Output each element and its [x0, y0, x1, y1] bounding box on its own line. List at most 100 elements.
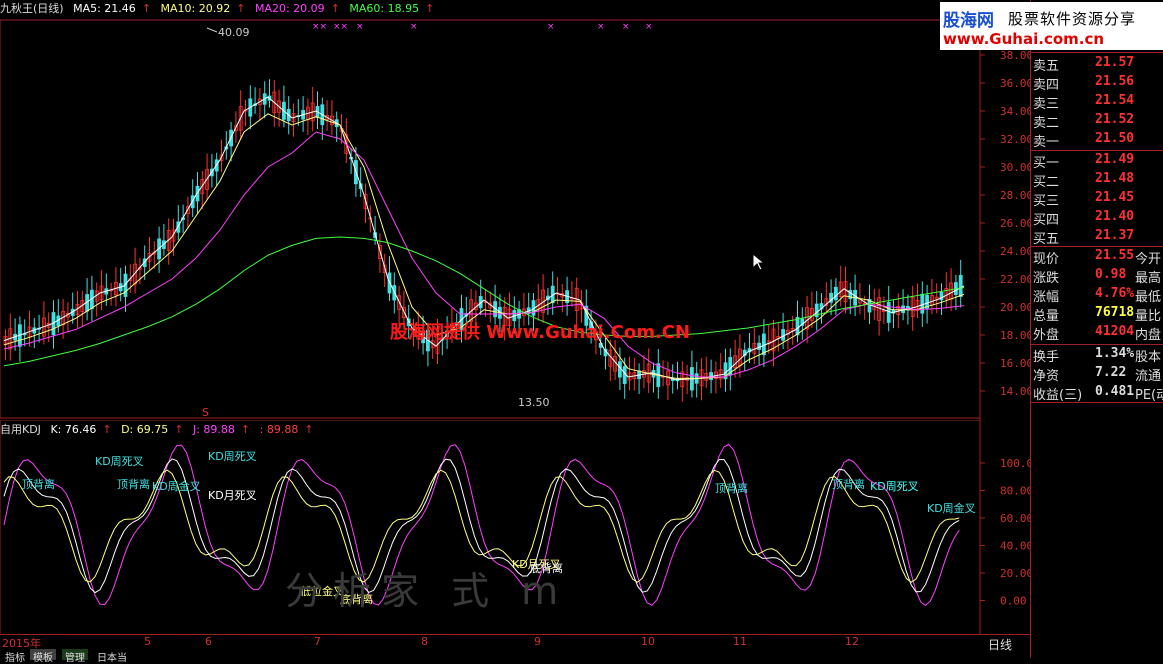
quote-row: 收益(三) 0.481 PE(动 [1033, 384, 1163, 403]
tab-japan[interactable]: 日本当 [94, 649, 130, 664]
panel-border [1030, 0, 1031, 658]
row-value: 41204 [1095, 324, 1135, 339]
panel-divider [1031, 246, 1163, 247]
high-pointer [206, 27, 218, 33]
row-extra: 股本 [1135, 350, 1162, 365]
kdj-tick-label: 80.00 [1000, 485, 1031, 498]
row-label: 收益(三) [1033, 388, 1083, 403]
month-label: 8 [421, 635, 428, 648]
price-tick-label: 34.00 [1000, 105, 1031, 118]
row-extra: 量比 [1135, 309, 1162, 324]
row-extra: 最高 [1135, 271, 1162, 286]
row-extra: 内盘 [1135, 328, 1162, 343]
kdj-tick-label: 0.00 [1000, 595, 1027, 608]
price-tick-label: 20.00 [1000, 301, 1031, 314]
row-label: 卖五 [1033, 59, 1060, 74]
row-label: 买二 [1033, 175, 1060, 190]
row-value: 21.52 [1095, 112, 1135, 127]
quote-row: 净资 7.22 流通 [1033, 365, 1163, 384]
price-tick-label: 16.00 [1000, 357, 1031, 370]
row-label: 净资 [1033, 369, 1060, 384]
cross-marker: ×× [333, 22, 348, 32]
row-value: 76718 [1095, 305, 1135, 320]
candlesticks [3, 79, 963, 402]
kdj-signal-note: KD月死叉 [208, 489, 257, 502]
cross-marker: × [622, 22, 630, 32]
cross-marker: × [645, 22, 653, 32]
kdj-signal-note: KD周金叉 [927, 501, 976, 515]
price-tick-label: 28.00 [1000, 189, 1031, 202]
kdj-signal-note: KD周死叉 [870, 480, 919, 493]
row-value: 1.34% [1095, 346, 1135, 361]
row-extra: PE(动 [1135, 388, 1163, 403]
kdj-tick-label: 20.00 [1000, 567, 1031, 580]
row-label: 涨幅 [1033, 290, 1060, 305]
month-label: 11 [733, 635, 747, 648]
tab-manage[interactable]: 管理 [62, 649, 88, 664]
row-extra: 今开 [1135, 252, 1162, 267]
row-label: 卖一 [1033, 135, 1060, 150]
price-axis-labels: 38.00 36.00 34.00 32.00 30.00 28.00 26.00 24.00… [980, 49, 1031, 398]
row-value: 21.48 [1095, 171, 1135, 186]
bottom-tab-bar: 指标 模板 管理 日本当 [0, 649, 1031, 664]
month-label: 10 [641, 635, 655, 648]
row-value: 4.76% [1095, 286, 1135, 301]
price-tick-label: 30.00 [1000, 161, 1031, 174]
tab-template[interactable]: 模板 [30, 649, 56, 664]
price-tick-label: 14.00 [1000, 385, 1031, 398]
quote-row: 卖五 21.57 [1033, 55, 1163, 74]
panel-divider [1031, 344, 1163, 345]
row-label: 买一 [1033, 156, 1060, 171]
price-tick-label: 22.00 [1000, 273, 1031, 286]
kdj-signal-note: 顶背离 [117, 477, 150, 491]
row-label: 现价 [1033, 252, 1060, 267]
candle-body [834, 286, 838, 301]
month-label: 6 [205, 635, 212, 648]
quote-row: 卖四 21.56 [1033, 74, 1163, 93]
quote-row: 涨幅 4.76% 最低 [1033, 286, 1163, 305]
row-value: 21.57 [1095, 55, 1135, 70]
watermark-text: 股海网提供 Www.Guhai.Com.CN [390, 322, 691, 343]
price-tick-label: 26.00 [1000, 217, 1031, 230]
price-tick-label: 38.00 [1000, 49, 1031, 62]
quote-row: 外盘 41204 内盘 [1033, 324, 1163, 343]
candle-body [781, 329, 785, 341]
kdj-tick-label: 100.0 [1000, 457, 1031, 470]
candle-body [886, 302, 891, 323]
cross-marker: ×× [312, 22, 327, 32]
row-label: 买四 [1033, 213, 1060, 228]
cross-marker: × [410, 22, 418, 32]
panel-divider [1031, 150, 1163, 151]
row-label: 卖三 [1033, 97, 1060, 112]
quote-panel: 卖五 21.57 卖四 21.56 卖三 21.54 卖二 21.52 卖一 21.50 买一 21… [1031, 0, 1163, 658]
row-value: 0.98 [1095, 267, 1127, 282]
panel-divider [1031, 52, 1163, 53]
price-chart-frame [0, 19, 981, 419]
candle-body [958, 275, 963, 297]
price-tick-label: 18.00 [1000, 329, 1031, 342]
row-value: 21.50 [1095, 131, 1135, 146]
watermark-faded: 分析家 式 m [285, 569, 569, 613]
row-label: 外盘 [1033, 328, 1060, 343]
row-label: 换手 [1033, 350, 1060, 365]
row-value: 21.54 [1095, 93, 1135, 108]
s-marker: S [202, 406, 209, 419]
quote-row: 买二 21.48 [1033, 171, 1163, 190]
quote-row: 买一 21.49 [1033, 152, 1163, 171]
row-extra: 最低 [1135, 290, 1162, 305]
row-value: 21.56 [1095, 74, 1135, 89]
price-tick-label: 32.00 [1000, 133, 1031, 146]
month-label: 12 [845, 635, 859, 648]
kdj-signal-note: KD周死叉 [208, 450, 257, 463]
tab-indicator[interactable]: 指标 [2, 649, 28, 664]
quote-row: 卖一 21.50 [1033, 131, 1163, 150]
quote-row: 涨跌 0.98 最高 [1033, 267, 1163, 286]
row-value: 21.55 [1095, 248, 1135, 263]
kdj-tick-label: 40.00 [1000, 540, 1031, 553]
cross-marker: × [597, 22, 605, 32]
price-chart[interactable]: 38.00 36.00 34.00 32.00 30.00 28.00 26.00 24.00… [0, 0, 1031, 420]
x-markers: ×× ×× × × × × × × [312, 22, 653, 32]
quote-row: 买四 21.40 [1033, 209, 1163, 228]
quote-row: 卖二 21.52 [1033, 112, 1163, 131]
time-axis: 2015年 5 6 7 8 9 10 11 12 [0, 635, 980, 650]
